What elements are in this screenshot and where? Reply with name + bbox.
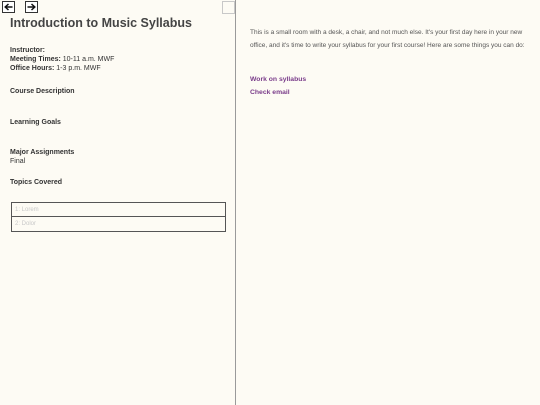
instructor-line: Instructor:: [10, 46, 45, 55]
topics-list: 1: Lorem 2: Dolor: [11, 202, 226, 232]
office-hours-value: 1-3 p.m. MWF: [54, 65, 101, 72]
left-arrow-icon: [4, 3, 13, 11]
meeting-times-label: Meeting Times:: [10, 56, 61, 63]
story-app: Introduction to Music Syllabus Instructo…: [0, 0, 540, 405]
learning-goals-heading: Learning Goals: [10, 119, 61, 126]
syllabus-pane: Introduction to Music Syllabus Instructo…: [0, 0, 236, 405]
meeting-times-line: Meeting Times: 10-11 a.m. MWF: [10, 55, 114, 64]
collapse-pane-button[interactable]: [222, 1, 235, 14]
topic-item[interactable]: 1: Lorem: [12, 203, 225, 217]
work-on-syllabus-link[interactable]: Work on syllabus: [250, 76, 306, 83]
forward-button[interactable]: [25, 1, 38, 13]
back-button[interactable]: [2, 1, 15, 13]
right-arrow-icon: [27, 3, 36, 11]
topic-item[interactable]: 2: Dolor: [12, 217, 225, 231]
meeting-times-value: 10-11 a.m. MWF: [60, 56, 115, 63]
passage-pane: This is a small room with a desk, a chai…: [237, 0, 540, 405]
course-description-heading: Course Description: [10, 88, 75, 95]
passage-text: This is a small room with a desk, a chai…: [250, 29, 525, 49]
office-hours-label: Office Hours:: [10, 65, 55, 72]
syllabus-title: Introduction to Music Syllabus: [10, 16, 192, 30]
office-hours-line: Office Hours: 1-3 p.m. MWF: [10, 64, 101, 73]
topics-covered-heading: Topics Covered: [10, 179, 62, 186]
instructor-label: Instructor:: [10, 47, 45, 54]
major-assignment-item: Final: [10, 158, 26, 165]
check-email-link[interactable]: Check email: [250, 89, 290, 96]
major-assignments-heading: Major Assignments: [10, 149, 75, 156]
